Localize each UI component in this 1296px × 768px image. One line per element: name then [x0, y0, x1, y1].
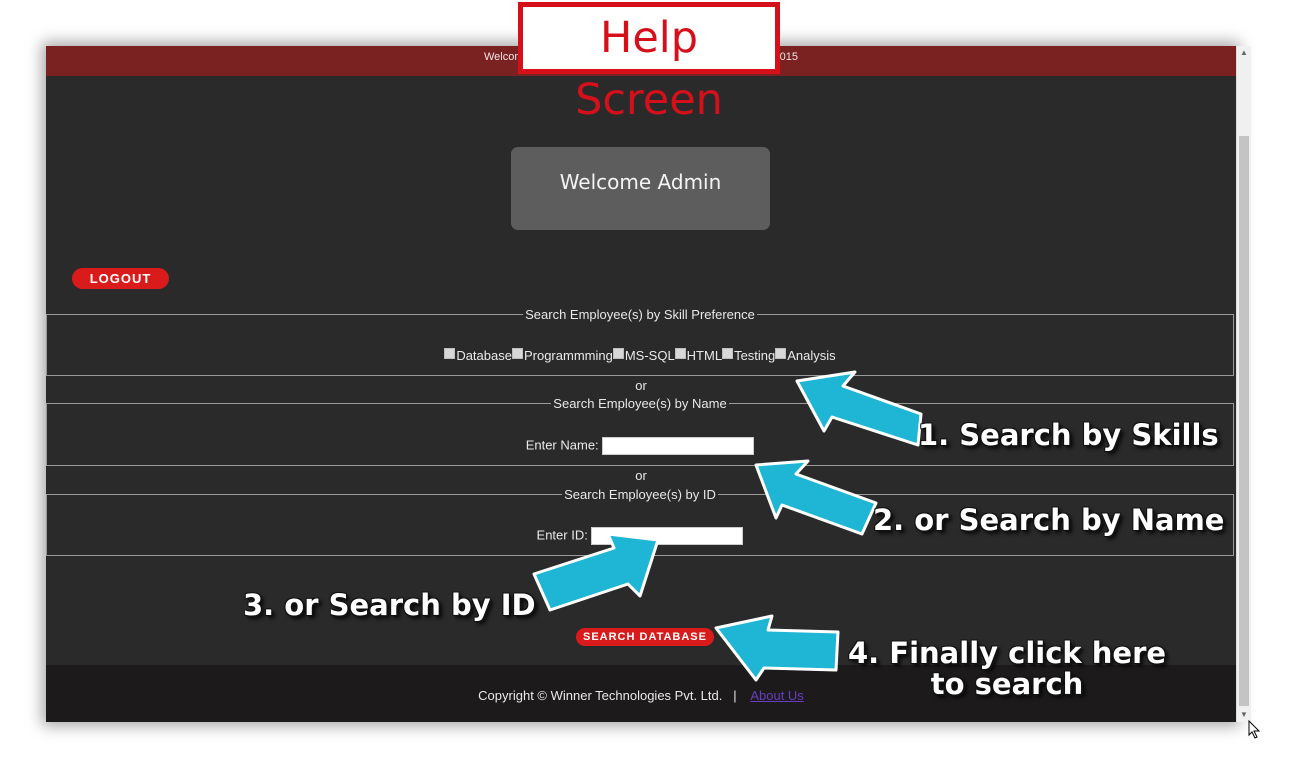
arrow-icon — [714, 614, 840, 682]
arrow-icon — [532, 532, 660, 612]
annotation-step-4: 4. Finally click here to search — [848, 638, 1166, 700]
annotation-step-4-line-2: to search — [930, 667, 1084, 701]
mouse-cursor-icon — [1248, 720, 1261, 739]
annotation-step-1: 1. Search by Skills — [918, 418, 1219, 452]
annotation-step-4-line-1: 4. Finally click here — [848, 636, 1167, 670]
annotation-step-2: 2. or Search by Name — [873, 503, 1225, 537]
arrow-icon — [754, 459, 878, 536]
annotation-step-3: 3. or Search by ID — [243, 588, 536, 622]
arrow-icon — [795, 370, 923, 447]
